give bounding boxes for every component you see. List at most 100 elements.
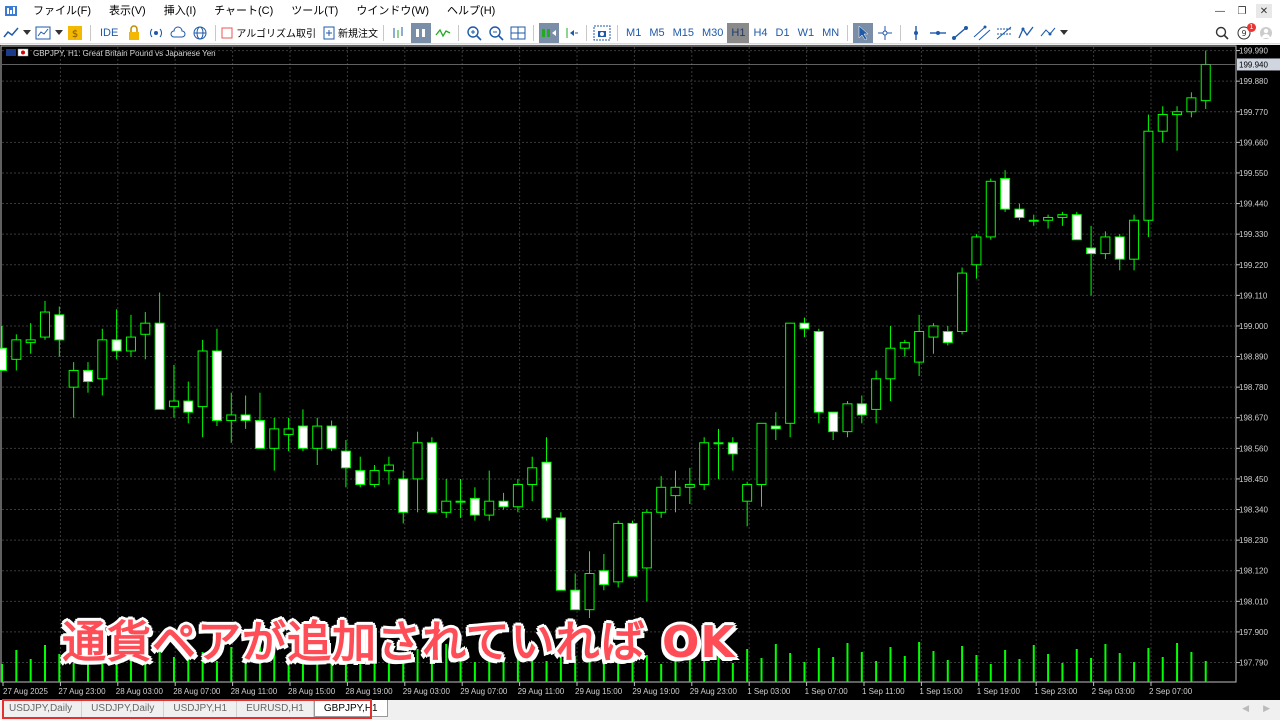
chart-tab-eurusd-h1[interactable]: EURUSD,H1 (237, 700, 314, 717)
timeframe-m1[interactable]: M1 (622, 23, 645, 43)
candle-bear (240, 414, 251, 422)
candlestick-chart[interactable]: 199.990 199.880 199.770 199.660 199.550 199.4… (0, 45, 1280, 700)
y-tick-label: 199.440 (1239, 200, 1268, 209)
chart-tab-usdjpy-h1[interactable]: USDJPY,H1 (164, 700, 238, 717)
depth-of-market-icon[interactable] (389, 23, 409, 43)
menu-window[interactable]: ウインドウ(W) (347, 0, 438, 22)
algo-trading-button[interactable]: アルゴリズム取引 (221, 23, 316, 43)
autoscroll-icon[interactable] (561, 23, 581, 43)
timeframe-d1[interactable]: D1 (772, 23, 794, 43)
new-order-label: 新規注文 (338, 29, 379, 40)
close-icon[interactable]: ✕ (1256, 4, 1272, 18)
y-tick-label: 199.990 (1239, 47, 1268, 56)
scroll-left-icon[interactable]: ◀ (1242, 700, 1249, 717)
timeframe-h1[interactable]: H1 (727, 22, 750, 43)
candlestick-chart-icon[interactable] (411, 22, 432, 43)
candle-bull (11, 339, 22, 360)
candle-bear (1000, 178, 1011, 210)
cursor-icon[interactable] (853, 22, 874, 43)
y-tick-label: 199.880 (1239, 77, 1268, 86)
lock-icon[interactable] (124, 23, 144, 43)
menu-tools[interactable]: ツール(T) (282, 0, 347, 22)
ide-button[interactable]: IDE (96, 23, 122, 43)
menu-help[interactable]: ヘルプ(H) (438, 0, 504, 22)
account-icon[interactable] (1256, 23, 1276, 43)
candle-bull (484, 500, 495, 516)
y-tick-label: 198.670 (1239, 414, 1268, 423)
y-tick-label: 199.770 (1239, 108, 1268, 117)
text-label-icon[interactable] (1038, 23, 1058, 43)
timeframe-m30[interactable]: M30 (698, 23, 727, 43)
market-watch-icon[interactable]: $ (65, 23, 85, 43)
candle-bull (985, 180, 996, 238)
minimize-icon[interactable]: — (1212, 4, 1228, 18)
channel-icon[interactable] (972, 23, 992, 43)
dropdown-arrow-icon[interactable] (55, 23, 63, 43)
candle-bear (111, 339, 122, 352)
chart-shift-icon[interactable] (539, 22, 560, 43)
tile-windows-icon[interactable] (508, 23, 528, 43)
menu-file[interactable]: ファイル(F) (24, 0, 100, 22)
chart-type-line-icon[interactable] (1, 23, 21, 43)
new-chart-icon[interactable] (33, 23, 53, 43)
zoom-in-icon[interactable] (464, 23, 484, 43)
candle-bull (283, 428, 294, 435)
x-tick-label: 28 Aug 15:00 (288, 687, 336, 696)
cloud-icon[interactable] (168, 23, 188, 43)
chart-tab-gbpjpy-h1[interactable]: GBPJPY,H1 (313, 700, 388, 717)
candle-bull (971, 236, 982, 266)
trendline-icon[interactable] (950, 23, 970, 43)
shapes-icon[interactable] (1016, 23, 1036, 43)
fibonacci-icon[interactable] (994, 23, 1014, 43)
y-tick-label: 197.790 (1239, 659, 1268, 668)
timeframe-h4[interactable]: H4 (749, 23, 771, 43)
candle-bull (140, 322, 151, 335)
candle-bull (25, 339, 36, 344)
y-tick-label: 199.220 (1239, 261, 1268, 270)
menu-chart[interactable]: チャート(C) (205, 0, 282, 22)
globe-icon[interactable] (190, 23, 210, 43)
chart-window[interactable]: 199.990 199.880 199.770 199.660 199.550 199.4… (0, 45, 1280, 700)
dropdown-arrow-icon[interactable] (1060, 23, 1069, 43)
signal-icon[interactable] (146, 23, 166, 43)
menu-insert[interactable]: 挿入(I) (155, 0, 205, 22)
line-chart-icon[interactable] (433, 23, 453, 43)
candle-bear (498, 500, 509, 508)
candle-bull (699, 442, 710, 486)
search-icon[interactable] (1212, 23, 1232, 43)
candle-bull (885, 347, 896, 380)
app-logo-icon (5, 6, 17, 16)
candle-bull (713, 442, 724, 445)
timeframe-m5[interactable]: M5 (645, 23, 668, 43)
zoom-out-icon[interactable] (486, 23, 506, 43)
candle-bull (441, 500, 452, 513)
timeframe-m15[interactable]: M15 (669, 23, 698, 43)
crosshair-icon[interactable] (875, 23, 895, 43)
candle-bull (369, 470, 380, 486)
chart-tab-usdjpy-daily[interactable]: USDJPY,Daily (0, 700, 83, 717)
horizontal-line-icon[interactable] (928, 23, 948, 43)
dropdown-arrow-icon[interactable] (23, 23, 31, 43)
candle-bull (97, 339, 108, 380)
restore-icon[interactable]: ❐ (1234, 4, 1250, 18)
timeframe-mn[interactable]: MN (818, 23, 843, 43)
candle-bear (469, 497, 480, 516)
screenshot-icon[interactable] (592, 23, 612, 43)
timeframe-w1[interactable]: W1 (794, 23, 819, 43)
candle-bear (254, 420, 265, 449)
x-tick-label: 1 Sep 15:00 (919, 687, 963, 696)
menu-view[interactable]: 表示(V) (100, 0, 155, 22)
terminal-window: ファイル(F) 表示(V) 挿入(I) チャート(C) ツール(T) ウインドウ… (0, 0, 1280, 720)
candle-bull (197, 350, 208, 408)
algo-trading-label: アルゴリズム取引 (236, 29, 317, 40)
new-order-button[interactable]: 新規注文 (323, 23, 378, 43)
notification-bell-icon[interactable]: 9 1 (1234, 22, 1256, 43)
candle-bull (226, 414, 237, 422)
vertical-line-icon[interactable] (906, 23, 926, 43)
chart-tab-usdjpy-daily-2[interactable]: USDJPY,Daily (82, 700, 165, 717)
menu-bar: ファイル(F) 表示(V) 挿入(I) チャート(C) ツール(T) ウインドウ… (0, 0, 1280, 22)
candle-bull (269, 428, 280, 449)
window-controls: — ❐ ✕ (1212, 4, 1280, 18)
scroll-right-icon[interactable]: ▶ (1263, 700, 1270, 717)
x-tick-label: 28 Aug 11:00 (231, 687, 278, 696)
